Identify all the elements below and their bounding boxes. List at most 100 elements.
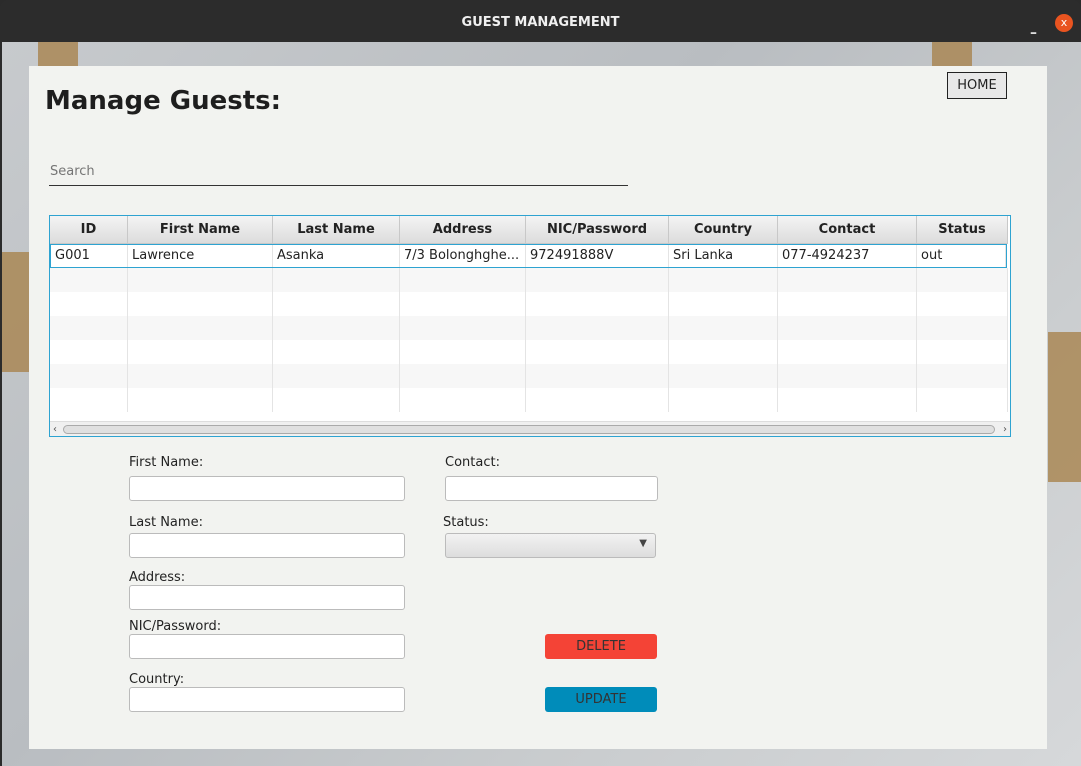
delete-button[interactable]: DELETE <box>545 634 657 659</box>
empty-cell <box>778 340 917 364</box>
status-label: Status: <box>443 515 489 530</box>
contact-input[interactable] <box>445 476 658 501</box>
contact-label: Contact: <box>445 455 500 470</box>
search-input[interactable] <box>49 158 628 186</box>
horizontal-scrollbar[interactable]: ‹ › <box>50 421 1010 436</box>
empty-cell <box>669 364 778 388</box>
empty-cell <box>778 364 917 388</box>
empty-cell <box>917 316 1008 340</box>
empty-cell <box>400 316 526 340</box>
empty-cell <box>778 316 917 340</box>
column-header-address[interactable]: Address <box>400 216 526 243</box>
cell-nic: 972491888V <box>526 245 669 267</box>
empty-cell <box>526 364 669 388</box>
empty-cell <box>917 388 1008 412</box>
empty-cell <box>400 340 526 364</box>
column-header-first-name[interactable]: First Name <box>128 216 273 243</box>
empty-cell <box>526 340 669 364</box>
empty-cell <box>669 340 778 364</box>
nic-input[interactable] <box>129 634 405 659</box>
empty-cell <box>917 292 1008 316</box>
empty-cell <box>128 388 273 412</box>
empty-table-row <box>50 316 1008 340</box>
empty-cell <box>50 316 128 340</box>
empty-cell <box>50 268 128 292</box>
guests-table[interactable]: ID First Name Last Name Address NIC/Pass… <box>49 215 1011 437</box>
empty-table-row <box>50 292 1008 316</box>
empty-cell <box>273 340 400 364</box>
empty-cell <box>778 268 917 292</box>
empty-cell <box>128 316 273 340</box>
empty-cell <box>778 292 917 316</box>
chevron-down-icon: ▼ <box>639 538 647 549</box>
last-name-label: Last Name: <box>129 515 203 530</box>
home-button[interactable]: HOME <box>947 72 1007 99</box>
empty-cell <box>273 268 400 292</box>
scrollbar-thumb[interactable] <box>63 425 995 434</box>
empty-cell <box>400 364 526 388</box>
empty-cell <box>128 268 273 292</box>
table-header: ID First Name Last Name Address NIC/Pass… <box>50 216 1008 244</box>
nic-label: NIC/Password: <box>129 619 222 634</box>
update-button[interactable]: UPDATE <box>545 687 657 712</box>
address-input[interactable] <box>129 585 405 610</box>
empty-cell <box>50 340 128 364</box>
first-name-input[interactable] <box>129 476 405 501</box>
empty-table-row <box>50 268 1008 292</box>
empty-cell <box>273 292 400 316</box>
empty-cell <box>669 268 778 292</box>
column-header-last-name[interactable]: Last Name <box>273 216 400 243</box>
empty-table-row <box>50 340 1008 364</box>
empty-cell <box>400 268 526 292</box>
address-label: Address: <box>129 570 186 585</box>
empty-cell <box>400 292 526 316</box>
empty-cell <box>526 388 669 412</box>
empty-cell <box>526 292 669 316</box>
title-bar: GUEST MANAGEMENT – x <box>0 0 1081 42</box>
empty-cell <box>50 292 128 316</box>
status-select[interactable]: ▼ <box>445 533 656 558</box>
empty-cell <box>273 388 400 412</box>
empty-cell <box>669 316 778 340</box>
empty-cell <box>917 268 1008 292</box>
empty-cell <box>669 292 778 316</box>
empty-cell <box>400 388 526 412</box>
column-header-id[interactable]: ID <box>50 216 128 243</box>
empty-cell <box>917 340 1008 364</box>
cell-address: 7/3 Bolonghghe... <box>400 245 526 267</box>
cell-country: Sri Lanka <box>669 245 778 267</box>
table-row[interactable]: G001 Lawrence Asanka 7/3 Bolonghghe... 9… <box>50 244 1007 268</box>
page-title: Manage Guests: <box>45 86 282 116</box>
last-name-input[interactable] <box>129 533 405 558</box>
cell-id: G001 <box>51 245 128 267</box>
cell-first-name: Lawrence <box>128 245 273 267</box>
column-header-nic[interactable]: NIC/Password <box>526 216 669 243</box>
empty-cell <box>917 364 1008 388</box>
cell-status: out <box>917 245 1006 267</box>
empty-cell <box>273 364 400 388</box>
empty-cell <box>50 364 128 388</box>
empty-cell <box>128 292 273 316</box>
column-header-country[interactable]: Country <box>669 216 778 243</box>
main-panel: Manage Guests: HOME ID First Name Last N… <box>29 66 1047 749</box>
empty-cell <box>526 268 669 292</box>
empty-table-row <box>50 388 1008 412</box>
country-input[interactable] <box>129 687 405 712</box>
scroll-left-icon[interactable]: ‹ <box>53 422 57 436</box>
empty-cell <box>273 316 400 340</box>
country-label: Country: <box>129 672 185 687</box>
window-title: GUEST MANAGEMENT <box>461 15 620 30</box>
scroll-right-icon[interactable]: › <box>1003 422 1007 436</box>
empty-cell <box>669 388 778 412</box>
empty-cell <box>526 316 669 340</box>
column-header-status[interactable]: Status <box>917 216 1008 243</box>
cell-last-name: Asanka <box>273 245 400 267</box>
empty-cell <box>778 388 917 412</box>
empty-cell <box>128 364 273 388</box>
empty-table-row <box>50 364 1008 388</box>
close-button[interactable]: x <box>1055 14 1073 32</box>
first-name-label: First Name: <box>129 455 204 470</box>
empty-cell <box>50 388 128 412</box>
empty-cell <box>128 340 273 364</box>
column-header-contact[interactable]: Contact <box>778 216 917 243</box>
